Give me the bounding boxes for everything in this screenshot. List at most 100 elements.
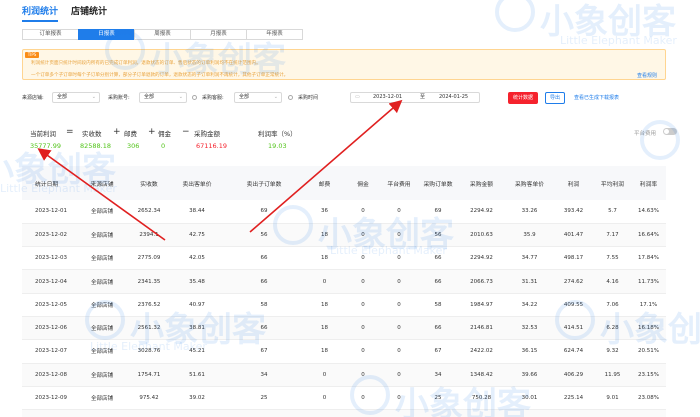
daily-report-table: 统计日期 来源店铺 实收数 卖出客单价 卖出子订单数 邮费 佣金 平台费用 采购… — [22, 166, 666, 417]
buyer-select[interactable]: 全部 ⌄ — [234, 92, 282, 103]
cell-purchase-amount: 1663.73 — [457, 409, 506, 417]
cell-store: 全部店铺 — [74, 409, 130, 417]
cell-purchase-amount: 2294.92 — [457, 246, 506, 271]
table-row: 2023-12-07 全部店铺 3028.76 45.21 67 18 0 0 67 2422.0… — [22, 339, 666, 364]
cell-platform-fee: 0 — [379, 363, 419, 387]
watermark-text-en: Little Elephant Maker — [560, 34, 677, 47]
summary-shipping-header: 邮费 — [124, 130, 137, 138]
store-label: 来源店铺: — [22, 95, 44, 101]
summary-shipping-value: 306 — [127, 142, 140, 150]
cell-sale-unit-price: 45.21 — [168, 339, 226, 364]
cell-purchase-order-count: 66 — [419, 269, 457, 294]
cell-store: 全部店铺 — [74, 223, 130, 248]
cell-paid: 2652.34 — [130, 200, 168, 224]
summary-plus-2: + — [148, 127, 156, 137]
cell-sub-order-count: 66 — [226, 246, 302, 271]
cell-purchase-order-count: 66 — [419, 246, 457, 271]
date-from[interactable]: 2023-12-01 — [373, 93, 402, 102]
col-purchase-amount: 采购金额 — [457, 166, 506, 200]
cell-shipping: 18 — [302, 293, 347, 317]
cell-purchase-amount: 2066.73 — [457, 269, 506, 294]
cell-sub-order-count: 56 — [226, 223, 302, 248]
cell-date: 2023-12-01 — [22, 200, 74, 224]
cell-date: 2023-12-07 — [22, 339, 74, 364]
tab-monthly-report[interactable]: 月报表 — [190, 29, 247, 40]
tab-profit-stats[interactable]: 利润统计 — [22, 4, 59, 22]
cell-avg-profit: 8.37 — [594, 409, 631, 417]
col-purchase-order-count: 采购订单数 — [419, 166, 457, 200]
cell-purchase-unit-price: 33.26 — [506, 200, 553, 224]
cell-date: 2023-12-10 — [22, 409, 74, 417]
cell-sub-order-count: 67 — [226, 339, 302, 364]
cell-profit-rate: 16.9% — [631, 409, 666, 417]
col-profit-rate: 利润率 — [631, 166, 666, 200]
tab-weekly-report[interactable]: 周报表 — [134, 29, 191, 40]
cell-purchase-order-count: 69 — [419, 200, 457, 224]
cell-sub-order-count: 25 — [226, 386, 302, 411]
buyer-radio[interactable] — [192, 95, 197, 100]
export-button[interactable]: 导出 — [545, 92, 565, 104]
tab-yearly-report[interactable]: 年报表 — [246, 29, 303, 40]
cell-purchase-unit-price: 32.53 — [506, 316, 553, 341]
cell-store: 全部店铺 — [74, 386, 130, 411]
cell-purchase-unit-price: 36.15 — [506, 339, 553, 364]
cell-purchase-order-count: 25 — [419, 386, 457, 411]
summary-commission-value: 0 — [161, 142, 166, 150]
platform-fee-toggle[interactable] — [663, 128, 677, 135]
cell-purchase-order-count: 56 — [419, 223, 457, 248]
cell-profit: 414.51 — [553, 316, 594, 341]
cell-avg-profit: 7.06 — [594, 293, 631, 317]
view-rules-link[interactable]: 查看规则 — [637, 72, 657, 79]
cell-commission: 0 — [347, 363, 379, 387]
top-nav: 利润统计 店铺统计 — [0, 0, 700, 22]
summary-commission-header: 佣金 — [158, 130, 171, 138]
summary-paid-header: 实收数 — [82, 130, 102, 138]
tips-line-1: 利润统计页面只统计时间段内所有的已完成订单利润，退款状态的订单、售后状态的订单利… — [31, 61, 261, 66]
cell-profit-rate: 14.63% — [631, 200, 666, 224]
cell-paid: 2341.35 — [130, 269, 168, 294]
cell-shipping: 18 — [302, 409, 347, 417]
cell-paid: 2394.1 — [130, 223, 168, 248]
cell-shipping: 18 — [302, 223, 347, 248]
tab-order-report[interactable]: 订单报表 — [22, 29, 79, 40]
table-body: 2023-12-01 全部店铺 2652.34 38.44 69 36 0 0 69 2294.9… — [22, 200, 666, 417]
table-row: 2023-12-09 全部店铺 975.42 39.02 25 0 0 0 25 750.28 30… — [22, 386, 666, 411]
cell-profit: 401.47 — [553, 223, 594, 248]
cell-sale-unit-price: 42.05 — [168, 246, 226, 271]
cell-store: 全部店铺 — [74, 200, 130, 224]
chevron-down-icon: ⌄ — [91, 94, 96, 100]
cell-profit: 409.55 — [553, 293, 594, 317]
profit-summary: 当前利润 = 实收数 + 邮费 + 佣金 − 采购金额 利润率（%） 35777… — [22, 122, 677, 156]
filter-bar: 来源店铺: 全部 ⌄ 采购账号: 全部 ⌄ 采购客服: 全部 ⌄ 采购时间 ▭ … — [22, 92, 672, 104]
cell-sub-order-count: 69 — [226, 200, 302, 224]
store-select[interactable]: 全部 ⌄ — [52, 92, 100, 103]
time-radio[interactable] — [288, 95, 293, 100]
tips-box: TIPS 利润统计页面只统计时间段内所有的已完成订单利润，退款状态的订单、售后状… — [22, 49, 666, 80]
report-tabs: 订单报表 日报表 周报表 月报表 年报表 — [22, 29, 303, 40]
account-select[interactable]: 全部 ⌄ — [139, 92, 187, 103]
cell-sub-order-count: 34 — [226, 363, 302, 387]
cell-sale-unit-price: 51.61 — [168, 363, 226, 387]
cell-platform-fee: 0 — [379, 200, 419, 224]
table-row: 2023-12-05 全部店铺 2376.52 40.97 58 18 0 0 58 1984.9… — [22, 293, 666, 317]
col-purchase-unit-price: 采购客单价 — [506, 166, 553, 200]
summary-paid-value: 82588.18 — [80, 142, 112, 150]
stat-data-button[interactable]: 统计数据 — [508, 92, 538, 104]
tab-store-stats[interactable]: 店铺统计 — [71, 4, 107, 17]
col-shipping: 邮费 — [302, 166, 347, 200]
cell-profit-rate: 16.18% — [631, 316, 666, 341]
cell-purchase-unit-price: 34.22 — [506, 293, 553, 317]
cell-sale-unit-price: 38.44 — [168, 200, 226, 224]
tab-daily-report[interactable]: 日报表 — [78, 29, 135, 40]
date-range-picker[interactable]: ▭ 2023-12-01 至 2024-01-25 — [350, 92, 480, 103]
cell-sub-order-count: 66 — [226, 269, 302, 294]
col-avg-profit: 平均利润 — [594, 166, 631, 200]
cell-shipping: 18 — [302, 246, 347, 271]
view-report-link[interactable]: 查看已生成下载报表 — [574, 94, 619, 101]
date-to[interactable]: 2024-01-25 — [439, 93, 468, 102]
tips-line-2: 一个订单多个子订单时每个子订单分别计算，部分子订单退款的订单，退款状态的子订单利… — [31, 73, 289, 78]
summary-rate-value: 19.03 — [268, 142, 287, 150]
cell-date: 2023-12-03 — [22, 246, 74, 271]
buyer-label: 采购客服: — [202, 95, 224, 101]
cell-profit: 225.14 — [553, 386, 594, 411]
